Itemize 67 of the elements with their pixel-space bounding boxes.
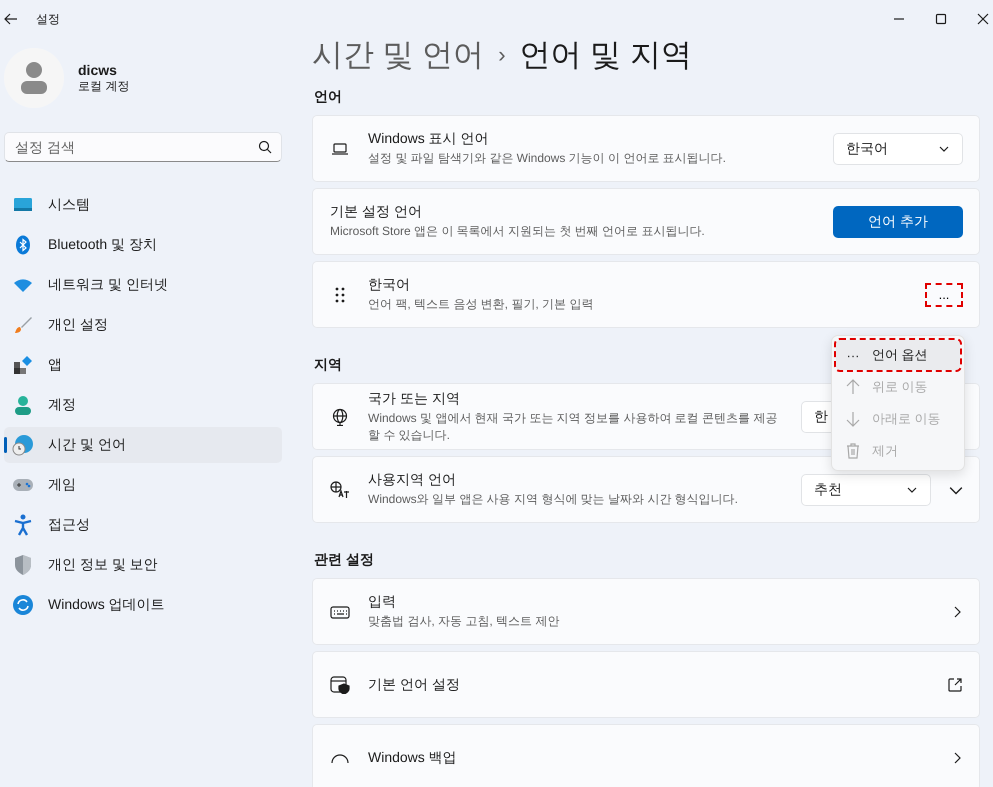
sidebar-item[interactable]: Bluetooth 및 장치 <box>4 227 282 263</box>
card-title: 사용지역 언어 <box>368 471 457 489</box>
sidebar-item[interactable]: 앱 <box>4 347 282 383</box>
search-field[interactable]: 설정 검색 <box>4 132 282 162</box>
sidebar-item[interactable]: 접근성 <box>4 507 282 543</box>
user-name: dicws <box>78 62 118 78</box>
globe-icon <box>330 408 350 426</box>
card-description: Windows 및 앱에서 현재 국가 또는 지역 정보를 사용하여 로컬 콘텐츠를 제공할 수 있습니다. <box>368 410 778 444</box>
sidebar-item[interactable]: 네트워크 및 인터넷 <box>4 267 282 303</box>
card-description: 설정 및 파일 탐색기와 같은 Windows 기능이 이 언어로 표시됩니다. <box>368 150 728 167</box>
card-description: 언어 팩, 텍스트 음성 변환, 필기, 기본 입력 <box>368 296 594 313</box>
card-title: Windows 백업 <box>368 748 458 766</box>
breadcrumb-parent[interactable]: 시간 및 언어 <box>312 34 484 76</box>
add-language-button[interactable]: 언어 추가 <box>833 206 963 238</box>
card-description: Microsoft Store 앱은 이 목록에서 지원되는 첫 번째 언어로 표시됩니다. <box>330 223 706 240</box>
window-title: 설정 <box>36 10 60 28</box>
sidebar-item[interactable]: 개인 정보 및 보안 <box>4 547 282 583</box>
language-dropdown[interactable]: 추천 <box>801 474 931 506</box>
sidebar-item[interactable]: 개인 설정 <box>4 307 282 343</box>
gamepad-icon <box>12 477 34 493</box>
card-title: 국가 또는 지역 <box>368 390 461 408</box>
arrow-down-icon <box>844 410 862 428</box>
language-dropdown[interactable]: 한국어 <box>833 132 963 164</box>
card-description: Windows와 일부 앱은 사용 지역 형식에 맞는 날짜와 시간 형식입니다. <box>368 491 740 508</box>
search-icon <box>258 140 272 154</box>
sidebar-item[interactable]: 계정 <box>4 387 282 423</box>
wifi-icon <box>13 277 33 293</box>
card-title: Windows 표시 언어 <box>368 130 490 148</box>
bluetooth-icon <box>13 235 33 255</box>
menu-item[interactable]: ··· 언어 옵션 <box>836 340 960 370</box>
section-heading: 관련 설정 <box>314 551 374 569</box>
ellipsis-icon: ··· <box>844 348 862 362</box>
monitor-icon <box>13 197 33 213</box>
trash-icon <box>844 442 862 460</box>
settings-card[interactable]: Windows 백업 <box>312 724 980 787</box>
page-title: 언어 및 지역 <box>520 36 692 74</box>
maximize-icon <box>935 13 947 25</box>
external-link-icon <box>947 676 963 692</box>
apps-icon <box>13 355 33 375</box>
close-icon <box>977 13 989 25</box>
sidebar-item[interactable]: 게임 <box>4 467 282 503</box>
card-description: 맞춤법 검사, 자동 고침, 텍스트 제안 <box>368 613 560 630</box>
arrow-up-icon <box>844 378 862 396</box>
shield-window-icon <box>330 676 350 694</box>
drag-handle-icon[interactable] <box>335 286 345 302</box>
sync-icon <box>12 594 34 616</box>
sidebar-item[interactable]: 시스템 <box>4 187 282 223</box>
more-options-button[interactable]: ... <box>925 282 963 306</box>
sidebar-item[interactable]: 시간 및 언어 <box>4 427 282 463</box>
section-heading: 언어 <box>314 88 342 106</box>
settings-card[interactable]: 입력 맞춤법 검사, 자동 고침, 텍스트 제안 <box>312 578 980 645</box>
card-title: 기본 설정 언어 <box>330 203 423 221</box>
language-icon <box>330 480 350 498</box>
account-type: 로컬 계정 <box>78 78 130 94</box>
settings-card[interactable]: 기본 언어 설정 <box>312 651 980 718</box>
brush-icon <box>13 315 33 335</box>
back-icon <box>4 12 18 26</box>
accessibility-icon <box>13 514 33 536</box>
breadcrumb-separator: › <box>498 42 506 68</box>
globe-clock-icon <box>12 434 34 456</box>
shield-icon <box>13 554 33 576</box>
card-title: 한국어 <box>368 276 411 294</box>
sidebar-item[interactable]: Windows 업데이트 <box>4 587 282 623</box>
person-icon <box>13 395 33 415</box>
section-heading: 지역 <box>314 356 342 374</box>
card-title: 기본 언어 설정 <box>368 676 461 694</box>
card-title: 입력 <box>368 593 397 611</box>
